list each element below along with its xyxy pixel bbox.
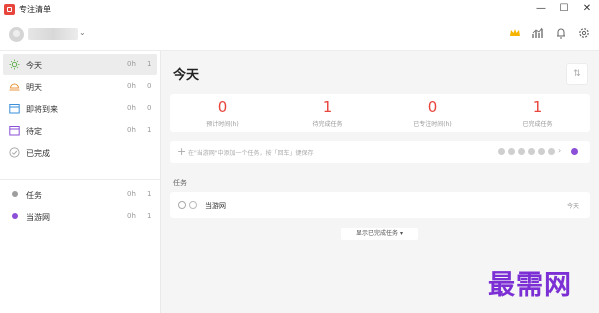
- project-color-dot: [12, 213, 18, 219]
- avatar[interactable]: [9, 27, 24, 42]
- sidebar-divider: [0, 179, 160, 180]
- task-due-date: 今天: [567, 203, 580, 210]
- stat-completed-tasks: 1 已完成任务: [485, 94, 590, 132]
- statistics-icon[interactable]: [531, 26, 545, 40]
- sidebar-item-tomorrow[interactable]: 明天 0h 0: [3, 76, 157, 97]
- task-name: 当游网: [205, 202, 226, 210]
- project-color-dot: [12, 191, 18, 197]
- watermark-logo: 最需网: [488, 270, 572, 301]
- sidebar-item-today[interactable]: 今天 0h 1: [3, 54, 157, 75]
- pomodoro-estimate-icon[interactable]: [508, 148, 515, 155]
- stat-value: 0: [217, 98, 228, 116]
- sidebar-item-hours: 0h: [127, 60, 136, 68]
- sort-button[interactable]: ⇅: [566, 63, 588, 85]
- username-label[interactable]: [28, 28, 78, 40]
- sidebar-item-hours: 0h: [127, 82, 136, 90]
- stat-pending-tasks: 1 待完成任务: [275, 94, 380, 132]
- sidebar-item-count: 1: [147, 212, 152, 220]
- sidebar-item-label: 今天: [26, 61, 42, 70]
- bell-icon[interactable]: [554, 26, 568, 40]
- sidebar-item-count: 1: [147, 190, 152, 198]
- task-checkbox[interactable]: [178, 201, 186, 209]
- stat-label: 已完成任务: [522, 121, 553, 128]
- sidebar-item-upcoming[interactable]: 即将到来 0h 0: [3, 98, 157, 119]
- sidebar-item-label: 即将到来: [26, 105, 58, 114]
- check-circle-icon: [9, 147, 20, 158]
- sidebar-project-dangyouwang[interactable]: 当游网 0h 1: [3, 206, 157, 227]
- sidebar-item-label: 待定: [26, 127, 42, 136]
- sidebar: 今天 0h 1 明天 0h 0 即将到来 0h 0 待定 0h 1 已完成 任务…: [0, 51, 161, 313]
- sidebar-project-tasks[interactable]: 任务 0h 1: [3, 184, 157, 205]
- stat-value: 0: [427, 98, 438, 116]
- start-timer-icon[interactable]: [189, 201, 197, 209]
- stat-value: 1: [532, 98, 543, 116]
- add-task-placeholder: 在"当游网"中添加一个任务，按「回车」键保存: [188, 150, 314, 157]
- title-bar: 专注清单 — ☐ ✕: [0, 0, 599, 19]
- sidebar-item-label: 当游网: [26, 213, 50, 222]
- chevron-right-icon[interactable]: ›: [558, 146, 561, 155]
- sunset-icon: [9, 83, 20, 91]
- sidebar-item-count: 1: [147, 60, 152, 68]
- sidebar-item-label: 任务: [26, 191, 42, 200]
- chevron-down-icon[interactable]: ⌄: [79, 28, 86, 37]
- show-completed-button[interactable]: 显示已完成任务 ▾: [341, 228, 418, 240]
- inbox-icon: [9, 126, 20, 136]
- section-label: 任务: [173, 179, 187, 187]
- stat-focused-time: 0 已专注时间(h): [380, 94, 485, 132]
- task-row[interactable]: 当游网 今天: [170, 192, 590, 218]
- sidebar-item-count: 1: [147, 126, 152, 134]
- sidebar-item-count: 0: [147, 104, 152, 112]
- pomodoro-estimate-icon[interactable]: [518, 148, 525, 155]
- page-title: 今天: [173, 68, 200, 83]
- sidebar-item-hours: 0h: [127, 104, 136, 112]
- sun-icon: [9, 59, 20, 70]
- sidebar-item-hours: 0h: [127, 126, 136, 134]
- sidebar-item-completed[interactable]: 已完成: [3, 142, 157, 163]
- stat-label: 待完成任务: [312, 121, 343, 128]
- stat-value: 1: [322, 98, 333, 116]
- pomodoro-estimate-icon[interactable]: [528, 148, 535, 155]
- close-button[interactable]: ✕: [580, 3, 594, 15]
- pomodoro-estimate-icon[interactable]: [498, 148, 505, 155]
- sort-icon: ⇅: [573, 69, 581, 79]
- project-color-selector[interactable]: [571, 148, 578, 155]
- minimize-button[interactable]: —: [534, 3, 548, 15]
- sidebar-item-count: 0: [147, 82, 152, 90]
- gear-icon[interactable]: [577, 26, 591, 40]
- app-logo-icon: [4, 4, 15, 15]
- calendar-icon: [9, 104, 20, 114]
- stat-estimated-time: 0 预计时间(h): [170, 94, 275, 132]
- plus-icon: +: [177, 145, 187, 158]
- sidebar-item-hours: 0h: [127, 190, 136, 198]
- add-task-input[interactable]: + 在"当游网"中添加一个任务，按「回车」键保存 ›: [170, 141, 590, 163]
- sidebar-item-hours: 0h: [127, 212, 136, 220]
- pomodoro-estimate-icon[interactable]: [538, 148, 545, 155]
- sidebar-item-label: 已完成: [26, 149, 50, 158]
- sidebar-item-label: 明天: [26, 83, 42, 92]
- maximize-button[interactable]: ☐: [557, 3, 571, 15]
- stat-label: 预计时间(h): [206, 121, 239, 128]
- crown-icon[interactable]: [508, 26, 522, 40]
- pomodoro-estimate-icon[interactable]: [548, 148, 555, 155]
- app-title: 专注清单: [19, 5, 51, 14]
- stats-panel: 0 预计时间(h) 1 待完成任务 0 已专注时间(h) 1 已完成任务: [170, 94, 590, 132]
- sidebar-item-pending[interactable]: 待定 0h 1: [3, 120, 157, 141]
- stat-label: 已专注时间(h): [413, 121, 452, 128]
